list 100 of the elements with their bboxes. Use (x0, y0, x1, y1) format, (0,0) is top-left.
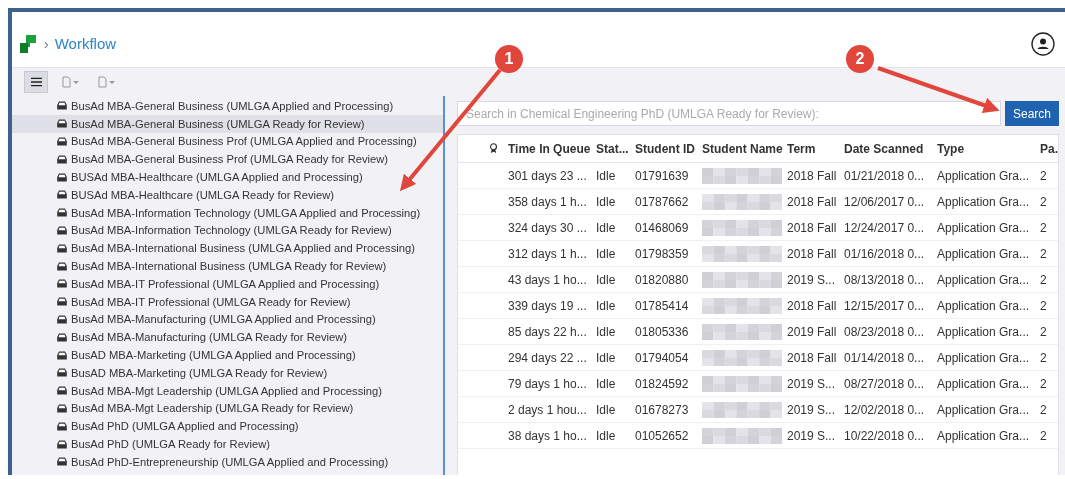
queue-item[interactable]: BUSAd MBA-Healthcare (UMLGA Applied and Processing) (12, 168, 443, 186)
award-icon (489, 143, 498, 154)
table-cell-text: 2019 S... (787, 376, 837, 391)
queue-item[interactable]: BusAd MBA-Mgt Leadership (UMLGA Applied and Processing) (12, 381, 443, 400)
table-cell-text: 85 days 22 h... (507, 324, 588, 339)
table-cell-text: Application Gra... (937, 350, 1031, 365)
table-cell-text: 01785414 (635, 298, 690, 313)
table-cell-text: Application Gra... (937, 324, 1031, 339)
logo-icon[interactable] (18, 33, 38, 54)
inbox-icon (57, 421, 67, 431)
table-cell-text: Application Gra... (937, 246, 1031, 261)
table-cell-text: 301 days 23 ... (507, 168, 588, 183)
queue-item[interactable]: BusAd MBA-Manufacturing (UMLGA Applied and Processing) (12, 310, 443, 329)
queue-item[interactable]: BusAd MBA-Information Technology (UMLGA Ready for Review) (12, 221, 443, 240)
table-cell-text: Idle (596, 246, 617, 261)
table-cell-text: 358 days 1 h... (507, 194, 588, 209)
column-header[interactable]: Time In Queue (504, 141, 596, 156)
search-field[interactable]: Search in Chemical Engineering PhD (UMLGA Ready for Review): (457, 101, 1001, 126)
breadcrumb-link[interactable]: Workflow (54, 35, 117, 52)
inbox-icon (57, 154, 67, 164)
table-cell-text: Application Gra... (937, 428, 1031, 443)
inbox-icon (57, 243, 67, 253)
table-cell-text: Idle (596, 350, 617, 365)
table-cell-text: Application Gra... (937, 194, 1031, 209)
inbox-icon (57, 457, 67, 467)
table-cell-text: Application Gra... (937, 298, 1031, 313)
inbox-icon (57, 172, 67, 182)
table-cell-text: Application Gra... (937, 220, 1031, 235)
table-cell-text: 2018 Fall (787, 194, 838, 209)
table-cell-text: Idle (596, 220, 617, 235)
queue-item[interactable]: BusAd MBA-IT Professional (UMLGA Applied and Processing) (12, 274, 443, 293)
table-cell-text: 01052652 (635, 428, 690, 443)
document-icon (98, 76, 116, 88)
menu-icon (30, 77, 42, 87)
queue-item[interactable]: BusAd PhD (UMLGA Ready for Review) (12, 435, 443, 453)
queue-item[interactable]: BusAd MBA-Information Technology (UMLGA Applied and Processing) (12, 203, 443, 222)
table-cell-text: 38 days 1 ho... (507, 428, 588, 443)
table-cell-text: 2 (1040, 168, 1048, 183)
table-cell-text: 2 (1040, 194, 1048, 209)
table-cell-text: 01791639 (635, 168, 690, 183)
queue-item[interactable]: BusAd MBA-IT Professional (UMLGA Ready for Review) (12, 292, 443, 311)
menu-button[interactable] (24, 71, 48, 93)
column-header[interactable]: Date Scanned (844, 141, 937, 156)
table-cell-text: 2018 Fall (787, 350, 838, 365)
inbox-icon (57, 332, 67, 342)
table-cell-text: 2 (1040, 272, 1048, 287)
table-cell-text: 324 days 30 ... (507, 220, 588, 235)
queue-item[interactable]: BusAd MBA-General Business Prof (UMLGA Ready for Review) (12, 150, 443, 169)
table-cell-text: 312 days 1 h... (507, 246, 588, 261)
document-icon (62, 76, 80, 88)
column-header[interactable]: Type (937, 141, 1040, 156)
queue-item[interactable]: BusAd MBA-General Business (UMLGA Applied and Processing) (12, 97, 443, 115)
table-cell-text: Idle (596, 428, 617, 443)
inbox-icon (57, 119, 67, 129)
table-cell-text: 2019 Fall (787, 324, 838, 339)
table-cell-text: 79 days 1 ho... (507, 376, 588, 391)
table-cell-text: 2018 Fall (787, 246, 838, 261)
queue-item[interactable]: BUSAd MBA-Healthcare (UMLGA Ready for Review) (12, 186, 443, 204)
table-cell-text: 2018 Fall (787, 168, 838, 183)
queue-item[interactable]: BusAd MBA-General Business (UMLGA Ready for Review) (12, 114, 443, 133)
inbox-icon (57, 403, 67, 413)
table-cell-text: Idle (596, 402, 617, 417)
table-cell-text: 294 days 22 ... (507, 350, 588, 365)
table-cell-text: 01820880 (635, 272, 690, 287)
table-cell-text: 01/16/2018 0... (844, 246, 926, 261)
inbox-icon (57, 439, 67, 449)
table-cell-text: 2 days 1 hou... (507, 402, 588, 417)
table-cell-text: 08/13/2018 0... (844, 272, 926, 287)
column-header[interactable]: Stat... (596, 141, 635, 156)
column-header[interactable]: Student ID (635, 141, 702, 156)
queue-item[interactable]: BusAd PhD (UMLGA Applied and Processing) (12, 417, 443, 436)
table-cell-text: Idle (596, 324, 617, 339)
inbox-icon (57, 314, 67, 324)
user-icon[interactable] (1031, 31, 1055, 56)
table-cell-text: 12/15/2017 0... (844, 298, 926, 313)
queue-item[interactable]: BusAd PhD-Entrepreneurship (UMLGA Applied and Processing) (12, 452, 443, 471)
queue-item[interactable]: BusAd MBA-General Business Prof (UMLGA Applied and Processing) (12, 132, 443, 151)
inbox-icon (57, 190, 67, 200)
table-cell-text: Application Gra... (937, 376, 1031, 391)
queue-item[interactable]: BusAd MBA-Mgt Leadership (UMLGA Ready for Review) (12, 399, 443, 418)
column-header[interactable]: Term (787, 141, 844, 156)
table-cell-text: Idle (596, 298, 617, 313)
column-header[interactable]: Pa. (1040, 141, 1058, 156)
search-button[interactable]: Search (1004, 101, 1059, 126)
queue-item[interactable]: BusAD MBA-Marketing (UMLGA Ready for Review) (12, 363, 443, 382)
table-cell-text: 01798359 (635, 246, 690, 261)
table-cell-text: 2018 Fall (787, 298, 838, 313)
queue-item[interactable]: BusAd MBA-Manufacturing (UMLGA Ready for Review) (12, 328, 443, 347)
table-cell-text: Application Gra... (937, 168, 1031, 183)
table-cell-text: Application Gra... (937, 402, 1031, 417)
inbox-icon (57, 279, 67, 289)
table-cell-text: 2 (1040, 298, 1048, 313)
table-cell-text: Idle (596, 376, 617, 391)
queue-item[interactable]: BusAd MBA-International Business (UMLGA Ready for Review) (12, 257, 443, 275)
column-header[interactable]: Student Name (702, 141, 787, 156)
queue-item[interactable]: BusAD MBA-Marketing (UMLGA Applied and Processing) (12, 346, 443, 364)
table-cell-text: 2 (1040, 220, 1048, 235)
callout-number: 1 (495, 45, 523, 73)
queue-item[interactable]: BusAd MBA-International Business (UMLGA Applied and Processing) (12, 239, 443, 258)
table-cell-text: 2018 Fall (787, 220, 838, 235)
